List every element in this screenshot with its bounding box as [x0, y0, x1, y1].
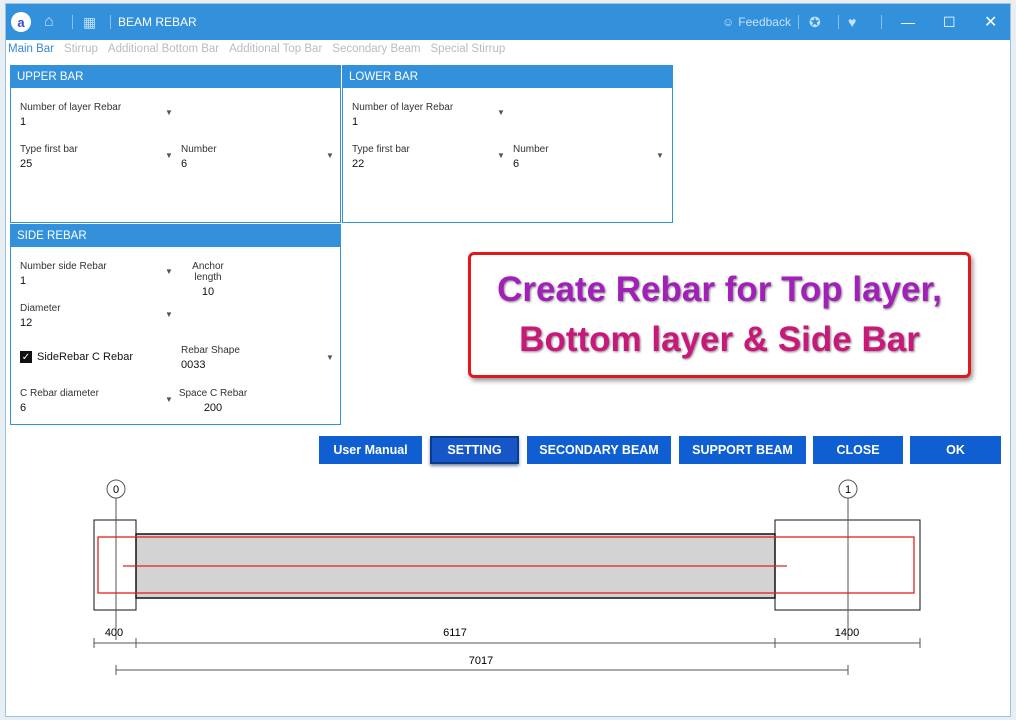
dim-total: 7017: [469, 655, 493, 667]
dim-span: 6117: [443, 627, 467, 639]
beam-drawing: 0 1 400 6117 1400 7017: [93, 479, 921, 675]
axis-label-right: 1: [845, 484, 851, 496]
left-column: [93, 519, 137, 611]
dim-left: 400: [105, 627, 123, 639]
dimension-lines: [93, 638, 921, 675]
axis-label-left: 0: [113, 484, 119, 496]
dim-right: 1400: [835, 627, 859, 639]
